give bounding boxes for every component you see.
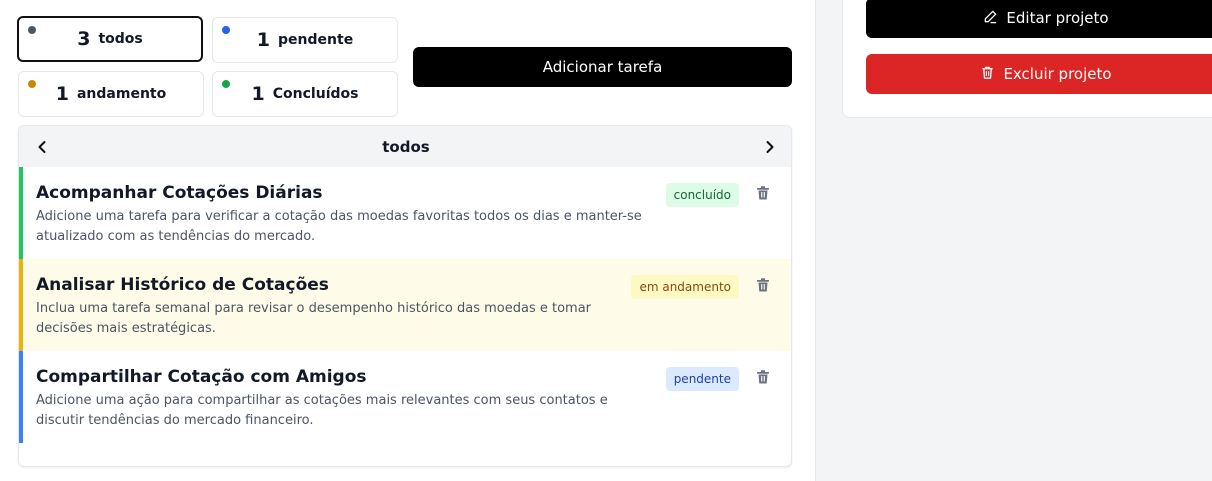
filter-andamento[interactable]: 1 andamento [18, 71, 204, 117]
filter-count: 3 [77, 28, 91, 50]
delete-project-label: Excluir projeto [1003, 65, 1112, 83]
filter-label: todos [98, 31, 143, 47]
trash-icon [980, 65, 995, 84]
filter-label: pendente [278, 32, 354, 48]
task-item[interactable]: Compartilhar Cotação com Amigos Adicione… [19, 351, 791, 443]
chevron-left-icon[interactable] [31, 136, 53, 158]
trash-icon[interactable] [755, 185, 773, 203]
edit-project-button[interactable]: Editar projeto [866, 0, 1212, 38]
task-title: Compartilhar Cotação com Amigos [36, 367, 367, 387]
filter-label: Concluídos [272, 86, 359, 102]
status-dot [28, 26, 36, 34]
task-title: Acompanhar Cotações Diárias [36, 183, 323, 203]
filter-pendente[interactable]: 1 pendente [212, 17, 398, 63]
delete-project-button[interactable]: Excluir projeto [866, 54, 1212, 94]
main-panel: 3 todos 1 pendente 1 andamento 1 Concluí… [0, 0, 816, 481]
task-description: Adicione uma ação para compartilhar as c… [36, 393, 608, 428]
pencil-icon [983, 9, 998, 28]
filter-count: 1 [251, 83, 265, 105]
status-badge: concluído [665, 183, 739, 207]
filter-todos[interactable]: 3 todos [17, 16, 203, 62]
task-list-title: todos [382, 137, 430, 156]
status-badge: em andamento [631, 275, 739, 299]
filter-count: 1 [55, 83, 69, 105]
task-description: Adicione uma tarefa para verificar a cot… [36, 209, 642, 244]
add-task-button[interactable]: Adicionar tarefa [413, 47, 792, 87]
status-dot [28, 80, 36, 88]
chevron-right-icon[interactable] [759, 136, 781, 158]
task-list-header: todos [19, 126, 791, 167]
task-list-panel: todos Acompanhar Cotações Diárias Adicio… [18, 125, 792, 467]
filter-label: andamento [76, 86, 167, 102]
trash-icon[interactable] [755, 277, 773, 295]
filter-count: 1 [256, 29, 271, 51]
filter-concluidos[interactable]: 1 Concluídos [212, 71, 398, 117]
task-item[interactable]: Analisar Histórico de Cotações Inclua um… [19, 259, 791, 351]
task-description: Inclua uma tarefa semanal para revisar o… [36, 301, 592, 336]
task-item[interactable]: Acompanhar Cotações Diárias Adicione uma… [19, 167, 791, 259]
status-badge: pendente [665, 367, 739, 391]
status-dot [222, 26, 230, 34]
edit-project-label: Editar projeto [1006, 9, 1109, 27]
status-dot [222, 80, 230, 88]
trash-icon[interactable] [755, 369, 773, 387]
